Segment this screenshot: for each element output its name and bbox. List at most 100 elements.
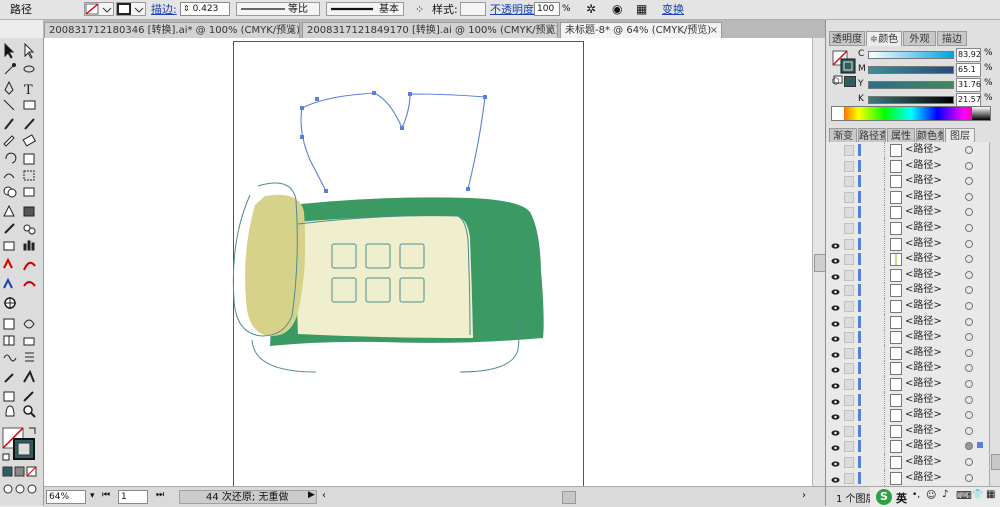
skin-icon[interactable]: 👕	[972, 490, 983, 500]
lock-toggle[interactable]	[844, 316, 854, 328]
visibility-eye-icon[interactable]	[831, 193, 839, 201]
layer-row[interactable]: <路径>	[826, 376, 989, 393]
target-circle-icon[interactable]	[965, 426, 973, 435]
layers-scroll-thumb[interactable]	[991, 454, 1000, 470]
tab-gradient[interactable]: 渐变	[829, 128, 857, 143]
layer-row[interactable]: <路径>	[826, 391, 989, 409]
play-icon[interactable]: ▶	[308, 490, 315, 500]
visibility-eye-icon[interactable]	[831, 442, 840, 451]
lock-toggle[interactable]	[844, 394, 854, 406]
ime-language[interactable]: 英	[896, 490, 907, 506]
channel-m-slider[interactable]	[868, 66, 954, 74]
keyboard-icon[interactable]: ⌨	[956, 489, 972, 502]
visibility-eye-icon[interactable]	[831, 364, 840, 373]
layer-row[interactable]: <路径>	[826, 173, 989, 191]
visibility-eye-icon[interactable]	[831, 255, 840, 264]
gamut-swatch[interactable]	[844, 76, 856, 87]
scroll-right-icon[interactable]: ›	[802, 490, 806, 501]
lock-toggle[interactable]	[844, 301, 854, 312]
lock-toggle[interactable]	[844, 191, 854, 203]
layer-row[interactable]: <路径>	[826, 438, 989, 456]
visibility-eye-icon[interactable]	[831, 224, 839, 232]
visibility-eye-icon[interactable]	[831, 427, 840, 436]
out-of-gamut-icon[interactable]: ⬡	[832, 77, 840, 87]
visibility-eye-icon[interactable]	[831, 318, 840, 327]
last-artboard-icon[interactable]: ⏭	[156, 490, 164, 500]
target-circle-icon[interactable]	[965, 380, 973, 388]
layer-row[interactable]: <路径>	[826, 407, 989, 425]
visibility-eye-icon[interactable]	[831, 286, 840, 295]
lock-toggle[interactable]	[844, 363, 854, 375]
lock-toggle[interactable]	[844, 379, 854, 390]
mic-icon[interactable]: ♪	[942, 489, 948, 500]
lock-toggle[interactable]	[844, 457, 854, 468]
lock-toggle[interactable]	[844, 269, 854, 281]
lock-toggle[interactable]	[844, 425, 854, 437]
grid-menu-icon[interactable]: ▦	[986, 489, 995, 500]
lock-toggle[interactable]	[844, 441, 854, 453]
layer-row[interactable]: <路径>	[826, 422, 989, 440]
layer-row[interactable]: <路径>	[826, 220, 989, 237]
target-circle-icon[interactable]	[965, 411, 973, 420]
visibility-eye-icon[interactable]	[831, 162, 839, 170]
lock-toggle[interactable]	[844, 145, 854, 156]
target-circle-icon[interactable]	[965, 161, 973, 170]
channel-k-slider[interactable]	[868, 96, 954, 104]
target-circle-icon[interactable]	[965, 208, 973, 217]
channel-c-input[interactable]: 83.92	[956, 48, 981, 62]
tab-appearance[interactable]: 外观	[903, 31, 936, 46]
layer-row[interactable]: <路径>	[826, 204, 989, 222]
channel-y-input[interactable]: 31.76	[956, 78, 981, 92]
target-circle-icon[interactable]	[965, 302, 973, 310]
lock-toggle[interactable]	[844, 254, 854, 266]
visibility-eye-icon[interactable]	[831, 411, 840, 420]
visibility-eye-icon[interactable]	[831, 302, 840, 311]
layer-row[interactable]: <路径>	[826, 251, 989, 269]
layer-row[interactable]: <路径>	[826, 266, 989, 284]
visibility-eye-icon[interactable]	[831, 177, 839, 185]
channel-k-input[interactable]: 21.57	[956, 93, 981, 107]
target-circle-icon[interactable]	[965, 224, 973, 232]
layer-row[interactable]: <路径>	[826, 142, 989, 159]
layer-row[interactable]: <路径>	[826, 282, 989, 300]
emoji-icon[interactable]: ☺	[926, 490, 936, 501]
lock-toggle[interactable]	[844, 160, 854, 172]
channel-c-slider[interactable]	[868, 51, 954, 59]
tab-color-guide[interactable]: 颜色参	[916, 128, 944, 143]
layer-row[interactable]: <路径>	[826, 360, 989, 378]
lock-toggle[interactable]	[844, 176, 854, 188]
tab-color[interactable]: ≑颜色	[866, 31, 902, 46]
horizontal-scroll-thumb[interactable]	[562, 491, 576, 504]
layer-row[interactable]: <路径>	[826, 329, 989, 347]
tab-stroke[interactable]: 描边	[937, 31, 967, 46]
layer-row[interactable]: <路径>	[826, 454, 989, 471]
artboard-input[interactable]: 1	[118, 490, 148, 504]
target-circle-icon[interactable]	[965, 473, 973, 482]
layer-row[interactable]: <路径>	[826, 344, 989, 362]
visibility-eye-icon[interactable]	[831, 396, 840, 405]
lock-toggle[interactable]	[844, 223, 854, 234]
layer-row[interactable]: <路径>	[826, 235, 989, 253]
first-artboard-icon[interactable]: ⏮	[102, 490, 110, 500]
layer-row[interactable]: <路径>	[826, 298, 989, 315]
tab-attributes[interactable]: 属性	[887, 128, 915, 143]
visibility-eye-icon[interactable]	[831, 146, 839, 154]
lock-toggle[interactable]	[844, 207, 854, 219]
lock-toggle[interactable]	[844, 472, 854, 484]
color-spectrum-bar[interactable]	[831, 106, 991, 121]
visibility-eye-icon[interactable]	[831, 474, 840, 483]
lock-toggle[interactable]	[844, 285, 854, 297]
visibility-eye-icon[interactable]	[831, 208, 839, 216]
layer-row[interactable]: <路径>	[826, 313, 989, 331]
visibility-eye-icon[interactable]	[831, 333, 840, 342]
visibility-eye-icon[interactable]	[831, 458, 840, 467]
tab-pathfinder[interactable]: 路径查	[858, 128, 886, 143]
punctuation-icon[interactable]: •,	[912, 490, 920, 500]
target-circle-icon[interactable]	[965, 192, 973, 201]
vertical-scrollbar[interactable]	[812, 38, 826, 486]
target-circle-icon[interactable]	[965, 239, 973, 248]
target-circle-icon[interactable]	[965, 317, 973, 326]
target-circle-icon[interactable]	[965, 255, 973, 264]
target-circle-icon[interactable]	[965, 177, 973, 186]
target-circle-icon[interactable]	[965, 146, 973, 154]
